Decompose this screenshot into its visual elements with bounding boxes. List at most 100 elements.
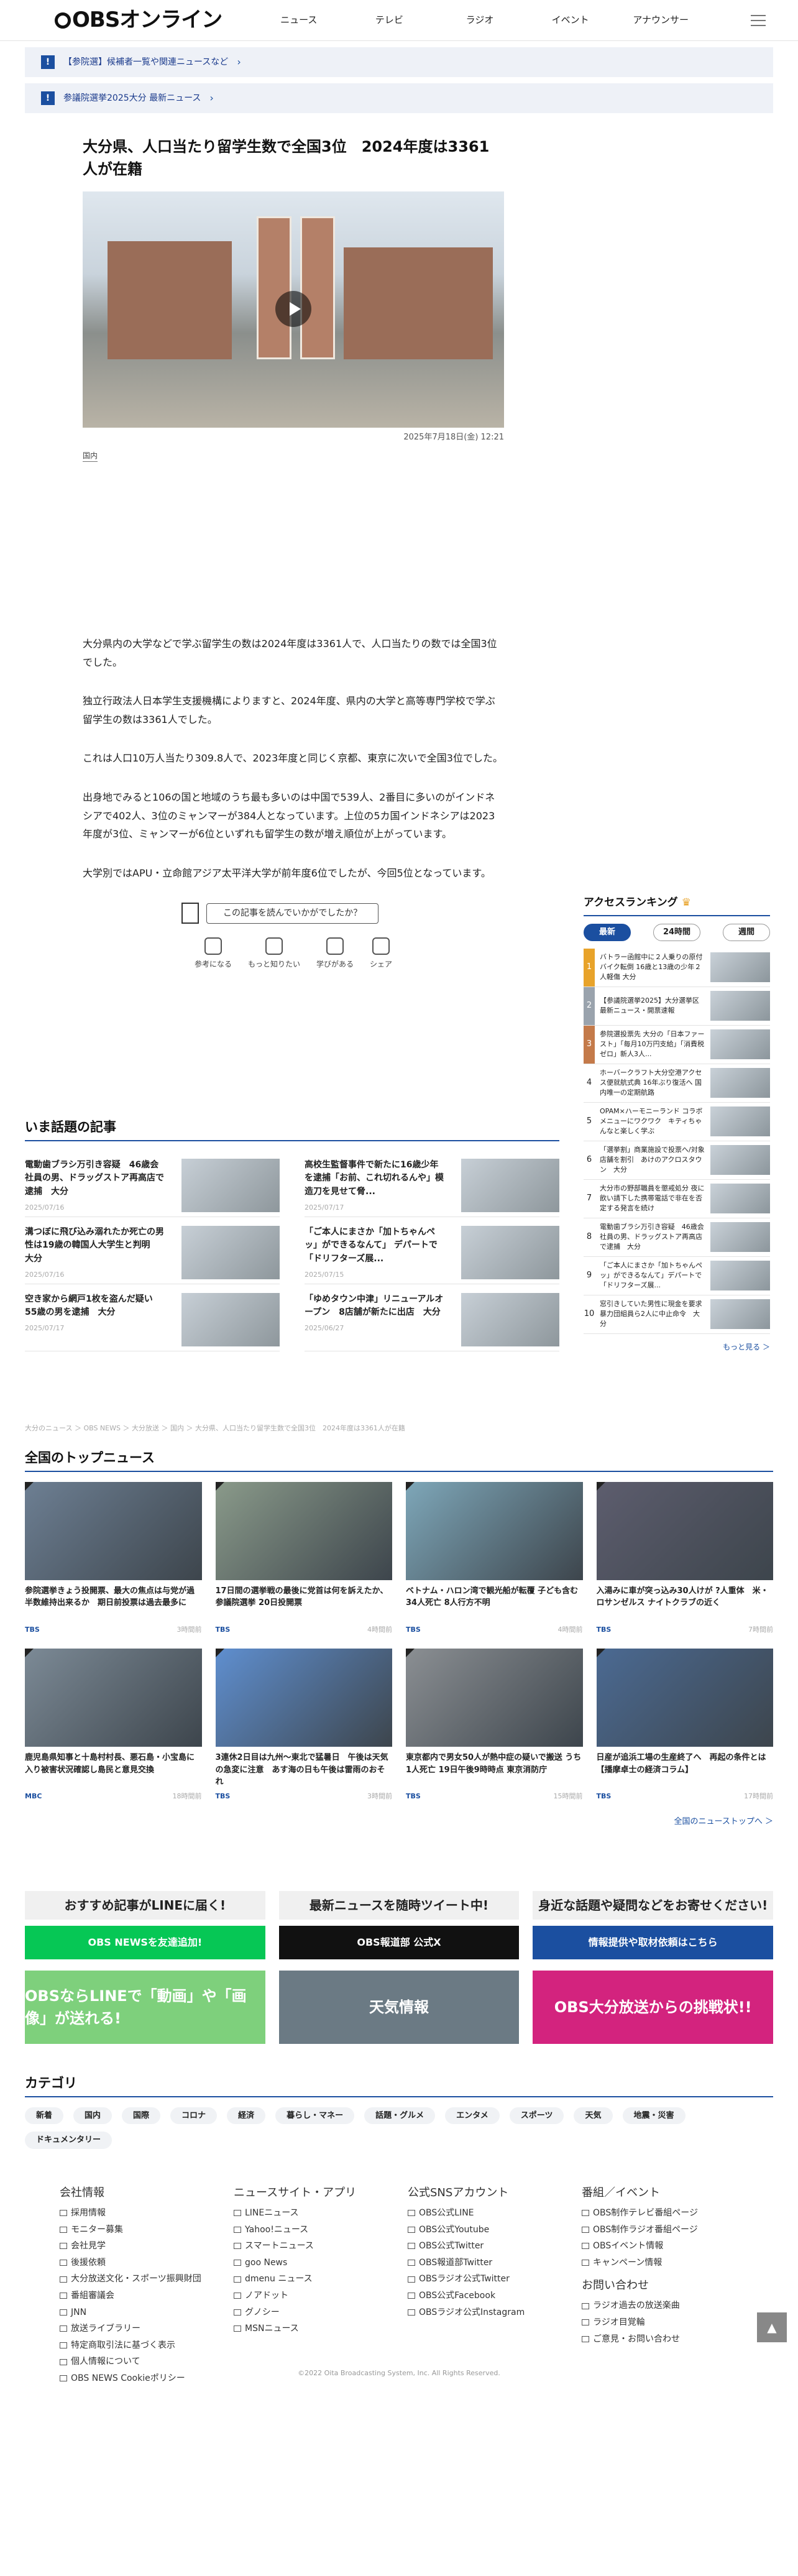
footer-link[interactable]: Yahoo!ニュース xyxy=(234,2222,395,2238)
footer-link[interactable]: OBS公式Twitter xyxy=(408,2238,569,2255)
news-title[interactable]: 3連休2日目は九州〜東北で猛暑日 午後は天気の急変に注意 あす海の日も午後は雷雨… xyxy=(216,1752,393,1788)
footer-link[interactable]: 番組審議会 xyxy=(60,2288,221,2304)
news-title[interactable]: 鹿児島県知事と十島村村長、悪石島・小宝島に入り被害状況確認し島民と意見交換 xyxy=(25,1752,202,1788)
banner-election-candidates[interactable]: ! 【参院選】候補者一覧や関連ニュースなど › xyxy=(25,47,773,77)
category-chip[interactable]: 天気 xyxy=(574,2107,613,2124)
trending-item[interactable]: 空き家から網戸1枚を盗んだ疑い 55歳の男を逮捕 大分 2025/07/17 xyxy=(25,1284,280,1351)
ranking-thumbnail[interactable] xyxy=(710,1184,770,1213)
ranking-item[interactable]: 3 参院選投票先 大分の「日本ファースト」「毎月10万円支給」「消費税ゼロ」新人3… xyxy=(584,1025,770,1064)
ranking-more-link[interactable]: もっと見る ＞ xyxy=(584,1341,770,1353)
news-card[interactable]: 入湯みに車が突っ込み30人けが ?人重体 米・ロサンゼルス ナイトクラブの近く T… xyxy=(596,1481,774,1635)
footer-link[interactable]: OBS公式Youtube xyxy=(408,2222,569,2238)
ranking-item[interactable]: 4 ホーバークラフト大分空港アクセス便就航式典 16年ぶり復活へ 国内唯一の定期航… xyxy=(584,1064,770,1103)
footer-link[interactable]: OBS公式LINE xyxy=(408,2205,569,2222)
footer-link[interactable]: OBSラジオ公式Twitter xyxy=(408,2271,569,2288)
ranking-thumbnail[interactable] xyxy=(710,1106,770,1136)
footer-link[interactable]: goo News xyxy=(234,2255,395,2271)
footer-link[interactable]: 放送ライブラリー xyxy=(60,2321,221,2337)
promo-image[interactable]: 天気情報 xyxy=(278,1971,520,2044)
news-card[interactable]: 3連休2日目は九州〜東北で猛暑日 午後は天気の急変に注意 あす海の日も午後は雷雨… xyxy=(215,1649,393,1802)
ranking-item[interactable]: 5 OPAM×ハーモニーランド コラボメニューにワクワク キティちゃんなと楽しく学… xyxy=(584,1103,770,1141)
ranking-thumbnail[interactable] xyxy=(710,1068,770,1098)
footer-link[interactable]: OBS制作ラジオ番組ページ xyxy=(582,2222,743,2238)
scroll-top-button[interactable]: ▲ xyxy=(757,2312,787,2342)
trending-item[interactable]: 高校生監督事件で新たに16歳少年を逮捕「お前、これ切れるんや」模造刀を見せて脅.… xyxy=(305,1150,559,1217)
trending-thumbnail[interactable] xyxy=(181,1158,280,1212)
ranking-title[interactable]: 窓引きしていた男性に現金を要求 暴力団組員ら2人に中止命令 大分 xyxy=(595,1299,710,1329)
footer-link[interactable]: LINEニュース xyxy=(234,2205,395,2222)
news-title[interactable]: ベトナム・ハロン湾で観光船が転覆 子ども含む34人死亡 8人行方不明 xyxy=(406,1585,583,1621)
news-thumbnail[interactable] xyxy=(596,1649,773,1747)
news-card[interactable]: 東京都内で男女50人が熱中症の疑いで搬送 うち1人死亡 19日午後9時時点 東京… xyxy=(406,1649,583,1802)
ranking-item[interactable]: 10 窓引きしていた男性に現金を要求 暴力団組員ら2人に中止命令 大分 xyxy=(584,1295,770,1334)
footer-link[interactable]: 会社見学 xyxy=(60,2238,221,2255)
footer-link[interactable]: ラジオ過去の放送楽曲 xyxy=(582,2298,743,2314)
promo-image[interactable]: OBS大分放送からの挑戦状!! xyxy=(533,1971,773,2044)
footer-link[interactable]: OBS公式Facebook xyxy=(408,2288,569,2304)
ranking-title[interactable]: バトラー函館中に２人乗りの原付バイク転倒 16歳と13歳の少年２人軽傷 大分 xyxy=(595,952,710,982)
ranking-thumbnail[interactable] xyxy=(710,1145,770,1175)
news-title[interactable]: 17日間の選挙戦の最後に党首は何を訴えたか、参議院選挙 20日投開票 xyxy=(216,1585,393,1621)
menu-icon[interactable] xyxy=(743,11,773,30)
share-button[interactable]: シェア xyxy=(370,937,392,970)
ranking-item[interactable]: 7 大分市の野部職員を懲戒処分 夜に飲い請下した携帯電話で非在を否定する発言を続け xyxy=(584,1180,770,1218)
news-card[interactable]: 鹿児島県知事と十島村村長、悪石島・小宝島に入り被害状況確認し島民と意見交換 MBC… xyxy=(25,1649,202,1802)
news-thumbnail[interactable] xyxy=(25,1481,202,1580)
trending-title[interactable]: 電動歯ブラシ万引き容疑 46歳会社員の男、ドラッグストア再高店で逮捕 大分 xyxy=(25,1159,165,1199)
ranking-thumbnail[interactable] xyxy=(710,1029,770,1059)
news-card[interactable]: 参院選挙きょう投開票、最大の焦点は与党が過半数維持出来るか 期日前投票は過去最多… xyxy=(25,1481,202,1635)
ranking-title[interactable]: 【参議院選挙2025】大分選挙区 最新ニュース・開票速報 xyxy=(595,996,710,1016)
ranking-title[interactable]: 「選挙割」商業施設で投票へ/対象店舗を割引 あけのアクロスタウン 大分 xyxy=(595,1145,710,1175)
news-title[interactable]: 入湯みに車が突っ込み30人けが ?人重体 米・ロサンゼルス ナイトクラブの近く xyxy=(597,1585,774,1621)
category-chip[interactable]: コロナ xyxy=(170,2107,218,2124)
ranking-thumbnail[interactable] xyxy=(710,1261,770,1290)
news-thumbnail[interactable] xyxy=(596,1481,773,1580)
footer-link[interactable]: JNN xyxy=(60,2304,221,2321)
trending-item[interactable]: 溝つぼに飛び込み溺れたか死亡の男性は19歳の韓国人大学生と判明 大分 2025/0… xyxy=(25,1217,280,1284)
category-chip[interactable]: 国内 xyxy=(73,2107,112,2124)
ranking-item[interactable]: 8 電動歯ブラシ万引き容疑 46歳会社員の男、ドラッグストア再高店で逮捕 大分 xyxy=(584,1218,770,1257)
nav-radio[interactable]: ラジオ xyxy=(434,13,525,27)
article-category[interactable]: 国内 xyxy=(83,450,98,462)
news-thumbnail[interactable] xyxy=(406,1481,583,1580)
trending-title[interactable]: 高校生監督事件で新たに16歳少年を逮捕「お前、これ切れるんや」模造刀を見せて脅.… xyxy=(305,1159,444,1199)
footer-link[interactable]: スマートニュース xyxy=(234,2238,395,2255)
ranking-thumbnail[interactable] xyxy=(710,1299,770,1329)
trending-title[interactable]: 「ご本人にまさか「加トちゃんペッ」ができるなんて」 デパートで「ドリフターズ展.… xyxy=(305,1226,444,1266)
news-thumbnail[interactable] xyxy=(406,1649,583,1747)
news-thumbnail[interactable] xyxy=(25,1649,202,1747)
ranking-title[interactable]: 「ご本人にまさか「加トちゃんペッ」ができるなんて」デパートで「ドリフターズ展..… xyxy=(595,1261,710,1290)
promo-image[interactable]: OBSならLINEで「動画」や「画像」が送れる! xyxy=(25,1971,265,2044)
nav-tv[interactable]: テレビ xyxy=(344,13,435,27)
category-chip[interactable]: 経済 xyxy=(227,2107,266,2124)
ranking-title[interactable]: 参院選投票先 大分の「日本ファースト」「毎月10万円支給」「消費税ゼロ」新人3人… xyxy=(595,1029,710,1059)
promo-button[interactable]: 情報提供や取材依頼はこちら xyxy=(533,1926,773,1959)
news-card[interactable]: 日産が追浜工場の生産終了へ 再起の条件とは【播摩卓士の経済コラム】 TBS 17時間… xyxy=(596,1649,773,1802)
ranking-thumbnail[interactable] xyxy=(710,991,770,1021)
news-thumbnail[interactable] xyxy=(215,1649,392,1747)
play-icon[interactable] xyxy=(275,291,311,327)
footer-link[interactable]: ご意見・お問い合わせ xyxy=(582,2331,743,2348)
banner-election-news[interactable]: ! 参議院選挙2025大分 最新ニュース › xyxy=(25,83,773,113)
trending-thumbnail[interactable] xyxy=(181,1292,280,1346)
ranking-thumbnail[interactable] xyxy=(710,1222,770,1252)
news-title[interactable]: 東京都内で男女50人が熱中症の疑いで搬送 うち1人死亡 19日午後9時時点 東京… xyxy=(406,1752,583,1788)
footer-link[interactable]: グノシー xyxy=(234,2304,395,2321)
trending-thumbnail[interactable] xyxy=(461,1225,559,1279)
trending-title[interactable]: 空き家から網戸1枚を盗んだ疑い 55歳の男を逮捕 大分 xyxy=(25,1293,165,1320)
ranking-item[interactable]: 1 バトラー函館中に２人乗りの原付バイク転倒 16歳と13歳の少年２人軽傷 大分 xyxy=(584,948,770,987)
trending-thumbnail[interactable] xyxy=(181,1225,280,1279)
trending-thumbnail[interactable] xyxy=(461,1292,559,1346)
breadcrumb[interactable]: 大分のニュース ＞ OBS NEWS ＞ 大分放送 ＞ 国内 ＞ 大分県、人口当… xyxy=(25,1424,405,1434)
footer-link[interactable]: キャンペーン情報 xyxy=(582,2255,743,2271)
promo-button[interactable]: OBS報道部 公式X xyxy=(278,1926,520,1959)
reaction-learn[interactable]: 学びがある xyxy=(316,937,354,970)
ranking-item[interactable]: 2 【参議院選挙2025】大分選挙区 最新ニュース・開票速報 xyxy=(584,987,770,1026)
tab-24h[interactable]: 24時間 xyxy=(653,923,700,941)
footer-link[interactable]: 大分放送文化・スポーツ振興財団 xyxy=(60,2271,221,2288)
news-card[interactable]: ベトナム・ハロン湾で観光船が転覆 子ども含む34人死亡 8人行方不明 TBS 4時間… xyxy=(406,1481,583,1635)
ranking-item[interactable]: 9 「ご本人にまさか「加トちゃんペッ」ができるなんて」デパートで「ドリフターズ展.… xyxy=(584,1257,770,1295)
trending-title[interactable]: 溝つぼに飛び込み溺れたか死亡の男性は19歳の韓国人大学生と判明 大分 xyxy=(25,1226,165,1266)
footer-link[interactable]: OBSイベント情報 xyxy=(582,2238,743,2255)
top-news-more-link[interactable]: 全国のニューストップへ ＞ xyxy=(25,1816,773,1828)
